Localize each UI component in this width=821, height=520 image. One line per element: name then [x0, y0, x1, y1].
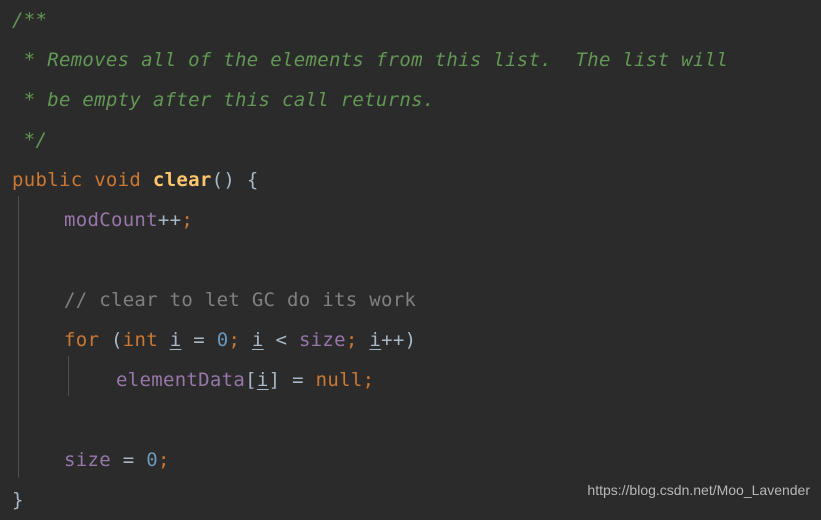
code-token: ++ — [157, 209, 182, 231]
code-token: () — [211, 169, 236, 191]
code-line: * be empty after this call returns. — [12, 80, 435, 120]
code-token: ; — [228, 329, 241, 351]
code-token: = — [193, 329, 205, 351]
code-token: */ — [12, 129, 48, 151]
code-token: ; — [157, 449, 170, 471]
code-token: < — [275, 329, 288, 351]
code-token: for — [64, 329, 100, 351]
watermark-url: https://blog.csdn.net/Moo_Lavender — [587, 482, 810, 498]
code-token: elementData — [116, 369, 246, 391]
code-token: i — [256, 369, 269, 391]
code-line: } — [12, 480, 24, 520]
indent-guide-line — [18, 196, 19, 478]
code-token: /** — [12, 9, 48, 31]
code-token: ) — [404, 329, 417, 351]
code-token: int — [122, 329, 158, 351]
code-token: i — [369, 329, 382, 351]
code-token: ] — [268, 369, 281, 391]
code-token: i — [169, 329, 182, 351]
code-token: ++ — [381, 329, 405, 351]
code-token: 0 — [146, 449, 158, 471]
code-line: // clear to let GC do its work — [64, 280, 416, 320]
code-token: i — [251, 329, 264, 351]
code-token: ; — [345, 329, 358, 351]
code-token: [ — [245, 369, 257, 391]
code-line: /** — [12, 0, 47, 40]
code-line: for (int i = 0; i < size; i++) — [64, 320, 416, 360]
code-token: ; — [181, 209, 194, 231]
code-line: modCount++; — [64, 200, 193, 240]
code-token: { — [246, 169, 259, 191]
code-token: ; — [362, 369, 375, 391]
indent-guide-line — [68, 356, 69, 396]
code-token: null — [315, 369, 363, 391]
code-line: size = 0; — [64, 440, 170, 480]
code-token: } — [12, 489, 24, 511]
code-editor-canvas: /** * Removes all of the elements from t… — [0, 0, 821, 512]
code-token: // clear to let GC do its work — [64, 289, 417, 311]
code-line: */ — [12, 120, 47, 160]
code-token: * Removes all of the elements from this … — [12, 49, 729, 71]
code-line: elementData[i] = null; — [116, 360, 374, 400]
code-token: ( — [110, 329, 123, 351]
code-token: public — [12, 169, 83, 191]
code-line: public void clear() { — [12, 160, 259, 200]
code-token: * be empty after this call returns. — [12, 89, 435, 111]
code-line: * Removes all of the elements from this … — [12, 40, 728, 80]
code-token: = — [122, 449, 135, 471]
code-token: clear — [152, 169, 212, 191]
code-token: = — [292, 369, 304, 391]
code-token: size — [298, 329, 346, 351]
code-token: size — [64, 449, 111, 471]
code-token: 0 — [216, 329, 229, 351]
code-token: modCount — [64, 209, 158, 231]
code-token: void — [94, 169, 142, 191]
